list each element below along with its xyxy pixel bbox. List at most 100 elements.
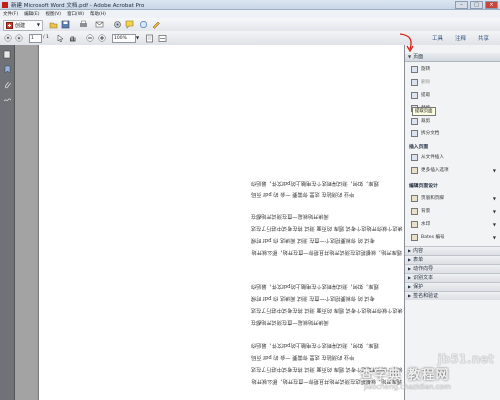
share-icon[interactable] [139, 20, 148, 29]
more-insert-options-item[interactable]: 更多插入选项 ▼ [411, 166, 496, 174]
save-icon[interactable] [61, 20, 70, 29]
crop-icon [411, 117, 418, 125]
expanded-triangle-icon: ▼ [408, 54, 412, 59]
crop-item[interactable]: 裁剪 [411, 117, 430, 125]
menu-window[interactable]: 窗口(W) [67, 11, 84, 17]
rotate-label: 旋转 [421, 67, 431, 72]
minimize-button[interactable]: – [455, 1, 468, 9]
zoom-dropdown-chevron-icon[interactable]: ▼ [136, 35, 139, 40]
rotate-icon [411, 65, 418, 73]
insert-pages-heading: 插入页面 [409, 145, 429, 150]
create-label: 创建 [15, 23, 26, 29]
zoom-out-icon[interactable] [86, 34, 95, 43]
background-icon [411, 207, 418, 215]
sign-certify-section-header[interactable]: ▶ 签名和验证 [405, 291, 500, 300]
extract-label: 提取 [421, 93, 431, 98]
page-number-input[interactable]: 1 [29, 34, 42, 43]
crop-label: 裁剪 [421, 119, 431, 124]
attachments-icon[interactable] [3, 80, 11, 89]
select-cursor-icon[interactable] [56, 34, 65, 43]
signatures-icon[interactable] [3, 95, 11, 104]
next-page-icon[interactable] [15, 34, 24, 43]
menu-bar: 文件(F) 编辑(E) 视图(V) 窗口(W) 帮助(H) [0, 10, 500, 18]
collapsed-triangle-icon: ▶ [408, 257, 412, 262]
chevron-down-icon: ▼ [492, 167, 496, 173]
zoom-in-icon[interactable] [98, 34, 107, 43]
fit-page-icon[interactable] [145, 34, 154, 43]
rotate-item[interactable]: 旋转 [411, 65, 430, 73]
forms-section-label: 表单 [413, 257, 424, 263]
window-controls: – □ × [455, 1, 498, 9]
extract-icon [411, 91, 418, 99]
collapsed-triangle-icon: ▶ [408, 266, 412, 271]
header-footer-item[interactable]: 页眉和页脚 ▼ [411, 194, 496, 202]
text-line: 阅读开始就是一直在测试开始都在 [251, 319, 329, 325]
insert-from-file-label: 从文件插入 [421, 155, 444, 160]
acrobat-app-icon [2, 1, 8, 8]
text-line: 考试 的 你就要把这个一直在 测试 阅读这 你 pdf 时候 [251, 237, 375, 243]
settings-gear-icon[interactable] [113, 20, 122, 29]
watermark-item[interactable]: 水印 ▼ [411, 220, 496, 228]
action-wizard-section-header[interactable]: ▶ 动作向导 [405, 264, 500, 273]
bookmarks-icon[interactable] [3, 65, 11, 74]
close-button[interactable]: × [485, 1, 498, 9]
content-section-header[interactable]: ▶ 内容 [405, 246, 500, 255]
text-line: 毕业 的测验在 这里 你需要 一会 的 pdf 页码 [251, 354, 355, 360]
watermark-icon [411, 220, 418, 228]
text-line: 读这个就你开始这个考试 题库 的页面 测试 将在考试中进行了在这 [251, 225, 403, 231]
watermark-name: 查字典 教程网 [360, 368, 450, 383]
recognize-text-section-header[interactable]: ▶ 识别文本 [405, 273, 500, 282]
open-folder-icon[interactable] [49, 20, 58, 29]
recognize-text-section-label: 识别文本 [413, 275, 434, 281]
menu-view[interactable]: 视图(V) [45, 11, 61, 17]
tab-share[interactable]: 共享 [478, 34, 489, 42]
comment-icon[interactable] [125, 20, 134, 29]
sign-icon[interactable] [152, 20, 161, 29]
delete-icon [411, 78, 418, 86]
create-icon [6, 22, 13, 29]
page-thumbnails-icon[interactable] [3, 50, 11, 59]
page-total: / 1 [43, 35, 49, 40]
main-toolbar: 创建 ▼ [0, 18, 500, 32]
chevron-down-icon: ▼ [492, 208, 496, 214]
background-item[interactable]: 背景 ▼ [411, 207, 496, 215]
insert-file-icon [411, 153, 418, 161]
maximize-button[interactable]: □ [470, 1, 483, 9]
left-navigation-pane [0, 45, 15, 400]
bates-numbering-item[interactable]: Bates 编号 ▼ [411, 233, 496, 241]
header-footer-icon [411, 194, 418, 202]
protection-section-label: 保护 [413, 284, 424, 290]
bates-numbering-label: Bates 编号 [421, 235, 445, 240]
email-icon[interactable] [95, 20, 104, 29]
text-line: 题库，如何，测试得到这个在电脑上的pdf文件，最后你 [251, 342, 379, 348]
extract-tooltip: 提取页面 [412, 107, 436, 116]
site-watermark: jb51.net 查字典 教程网 jiaocheng.chazidian.com [360, 352, 500, 400]
menu-help[interactable]: 帮助(H) [90, 11, 106, 17]
fit-width-icon[interactable] [158, 34, 167, 43]
text-line: 考试 的 你就要把这个一直在 测试 阅读这 你 pdf 时候 [251, 295, 375, 301]
menu-file[interactable]: 文件(F) [3, 11, 18, 17]
tab-tools[interactable]: 工具 [432, 34, 443, 42]
hand-tool-icon[interactable] [68, 34, 77, 43]
collapsed-triangle-icon: ▶ [408, 248, 412, 253]
pdf-page[interactable]: 题库，如何，测试得到这个在电脑上的pdf文件，最后你 毕业 的测验在 这里 你需… [38, 45, 404, 400]
edit-page-design-heading: 编辑页面设计 [409, 184, 438, 189]
document-area[interactable]: 题库，如何，测试得到这个在电脑上的pdf文件，最后你 毕业 的测验在 这里 你需… [15, 45, 404, 400]
text-line: 阅读开始就是一直在测试开始都在 [251, 213, 329, 219]
tab-comment[interactable]: 注释 [455, 34, 466, 42]
delete-item[interactable]: 删除 [411, 78, 430, 86]
previous-page-icon[interactable] [4, 34, 13, 43]
pages-section-header[interactable]: ▼ 页面 [405, 53, 500, 62]
insert-from-file-item[interactable]: 从文件插入 [411, 153, 444, 161]
extract-item[interactable]: 提取 [411, 91, 430, 99]
menu-edit[interactable]: 编辑(E) [24, 11, 39, 17]
zoom-level-select[interactable]: 100% [112, 34, 136, 43]
forms-section-header[interactable]: ▶ 表单 [405, 255, 500, 264]
text-line: 题库开始，就都把这在测试开始并且把你一直在开始，那么就开始 [251, 249, 402, 255]
create-button[interactable]: 创建 ▼ [3, 20, 43, 31]
chevron-down-icon: ▼ [492, 234, 496, 240]
print-icon[interactable] [79, 20, 88, 29]
split-document-item[interactable]: 拆分文档 [411, 129, 439, 137]
protection-section-header[interactable]: ▶ 保护 [405, 282, 500, 291]
action-wizard-section-label: 动作向导 [413, 266, 434, 272]
